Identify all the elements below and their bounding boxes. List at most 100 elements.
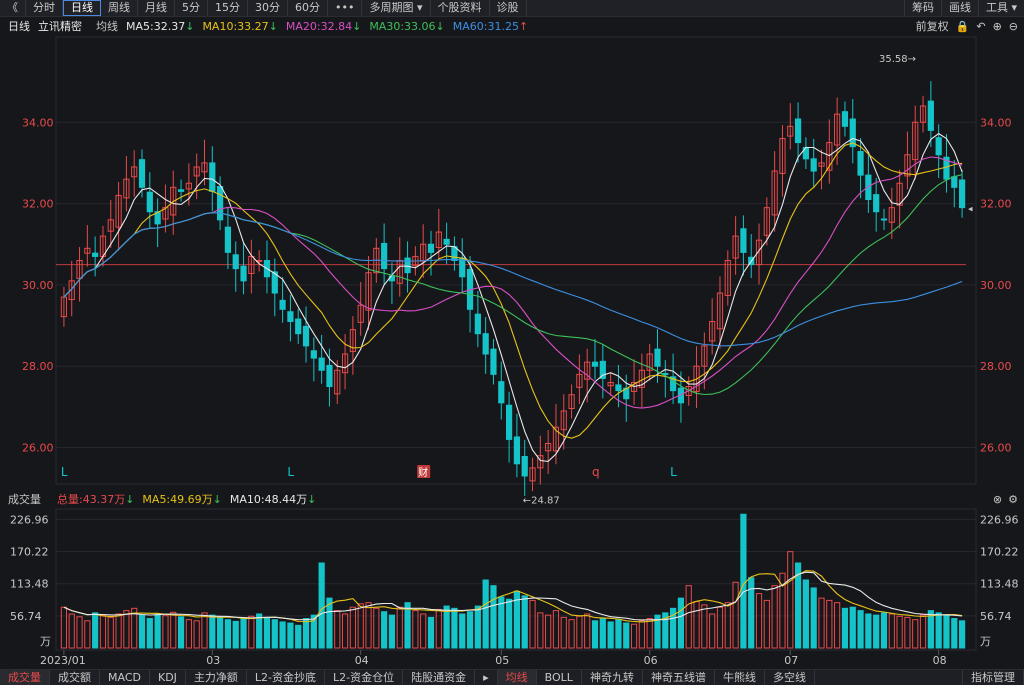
candle-down (217, 185, 224, 221)
ma20-line (63, 156, 963, 409)
tab-magic-nine[interactable]: 神奇九转 (582, 670, 643, 685)
volume-tick-left: 113.48 (10, 578, 49, 591)
candle-down (873, 194, 880, 213)
tab-l2-position[interactable]: L2-资金仓位 (325, 670, 404, 685)
volume-tick-right: 226.96 (980, 513, 1019, 526)
volume-bar-down (873, 614, 880, 649)
volume-bar-down (482, 579, 489, 649)
volume-bar-down (240, 618, 247, 649)
tab-macd[interactable]: MACD (100, 670, 150, 685)
volume-bar-up (357, 603, 364, 649)
volume-bar-down (263, 616, 271, 649)
volume-bar-down (849, 606, 856, 649)
price-tick-right: 32.00 (980, 198, 1012, 211)
volume-bar-down (256, 613, 263, 649)
candle-down (326, 364, 333, 388)
event-marker: L (61, 465, 68, 479)
volume-unit-right: 万 (980, 635, 991, 648)
candle-down (310, 350, 317, 359)
candle-down (209, 162, 216, 192)
tab-scroll-right[interactable]: ▸ (475, 670, 498, 685)
volume-bar-up (99, 614, 107, 649)
volume-bar-up (709, 613, 716, 649)
volume-bar-down (279, 621, 286, 649)
volume-bar-up (420, 613, 427, 649)
volume-bar-down (677, 597, 685, 649)
volume-bar-down (443, 605, 450, 649)
candle-down (295, 318, 302, 335)
volume-bar-down (841, 607, 849, 649)
volume-bar-up (771, 585, 778, 649)
candle-down (880, 218, 888, 221)
volume-bar-down (388, 614, 396, 649)
volume-bar-down (302, 618, 310, 649)
volume-bar-down (880, 612, 888, 649)
tab-ma[interactable]: 均线 (497, 670, 537, 685)
volume-bar-down (498, 596, 505, 649)
volume-bar-up (193, 620, 200, 649)
tab-turnover[interactable]: 成交额 (50, 670, 100, 685)
volume-bar-up (584, 613, 591, 649)
candle-down (459, 257, 466, 278)
volume-bar-up (373, 607, 380, 649)
tab-long-short[interactable]: 多空线 (765, 670, 815, 685)
volume-unit-left: 万 (40, 635, 51, 648)
candle-down (591, 361, 599, 367)
event-marker: q (592, 465, 600, 479)
volume-bar-down (217, 616, 224, 649)
tab-volume[interactable]: 成交量 (0, 670, 50, 685)
volume-bar-up (349, 606, 356, 649)
candle-down (381, 242, 388, 270)
volume-bar-down (951, 618, 958, 649)
candle-down (482, 333, 489, 355)
last-price-pointer: ◂ (968, 205, 973, 215)
candle-down (318, 357, 325, 371)
volume-bar-up (896, 615, 903, 649)
x-label: 2023/01 (40, 654, 86, 667)
candle-down (287, 311, 294, 322)
candle-down (138, 159, 146, 188)
volume-bar-down (615, 619, 622, 649)
tab-kdj[interactable]: KDJ (150, 670, 186, 685)
volume-bar-down (138, 614, 146, 649)
candle-down (521, 455, 528, 477)
volume-bar-up (248, 615, 255, 649)
candle-down (240, 265, 247, 282)
volume-tick-left: 170.22 (10, 546, 49, 559)
candle-down (404, 257, 411, 274)
price-tick-right: 26.00 (980, 442, 1012, 455)
volume-bar-down (232, 620, 239, 649)
volume-bar-down (505, 598, 513, 649)
tab-l2-bottom[interactable]: L2-资金抄底 (247, 670, 326, 685)
event-marker: L (287, 465, 294, 479)
kline-chart[interactable]: 34.00 34.00 32.00 32.00 30.00 30.00 28.00 28.00… (0, 0, 1024, 669)
tab-magic-five[interactable]: 神奇五线谱 (643, 670, 715, 685)
volume-bar-down (154, 613, 161, 649)
tab-northbound[interactable]: 陆股通资金 (403, 670, 476, 685)
price-tick-left: 26.00 (22, 442, 54, 455)
candle-down (505, 404, 513, 440)
volume-bar-down (146, 618, 153, 649)
volume-bar-down (865, 613, 872, 649)
candle-down (443, 238, 450, 245)
volume-bar-down (271, 619, 278, 649)
tab-main-net[interactable]: 主力净额 (186, 670, 247, 685)
price-tick-right: 34.00 (980, 116, 1012, 129)
volume-bar-down (958, 620, 966, 649)
price-tick-left: 32.00 (22, 198, 54, 211)
high-annotation: 35.58→ (879, 54, 916, 65)
candle-down (474, 313, 481, 335)
candle-down (302, 325, 310, 347)
volume-bar-up (685, 585, 692, 649)
tab-bull-bear[interactable]: 牛熊线 (715, 670, 765, 685)
candle-down (232, 254, 239, 270)
volume-bar-up (919, 614, 927, 649)
indicator-manage-button[interactable]: 指标管理 (962, 670, 1024, 685)
price-tick-left: 34.00 (22, 116, 54, 129)
finance-marker: 财 (418, 466, 428, 479)
volume-bar-down (177, 616, 185, 649)
volume-bar-down (490, 585, 497, 649)
volume-bar-up (115, 613, 122, 649)
tab-boll[interactable]: BOLL (537, 670, 582, 685)
price-tick-right: 30.00 (980, 279, 1012, 292)
